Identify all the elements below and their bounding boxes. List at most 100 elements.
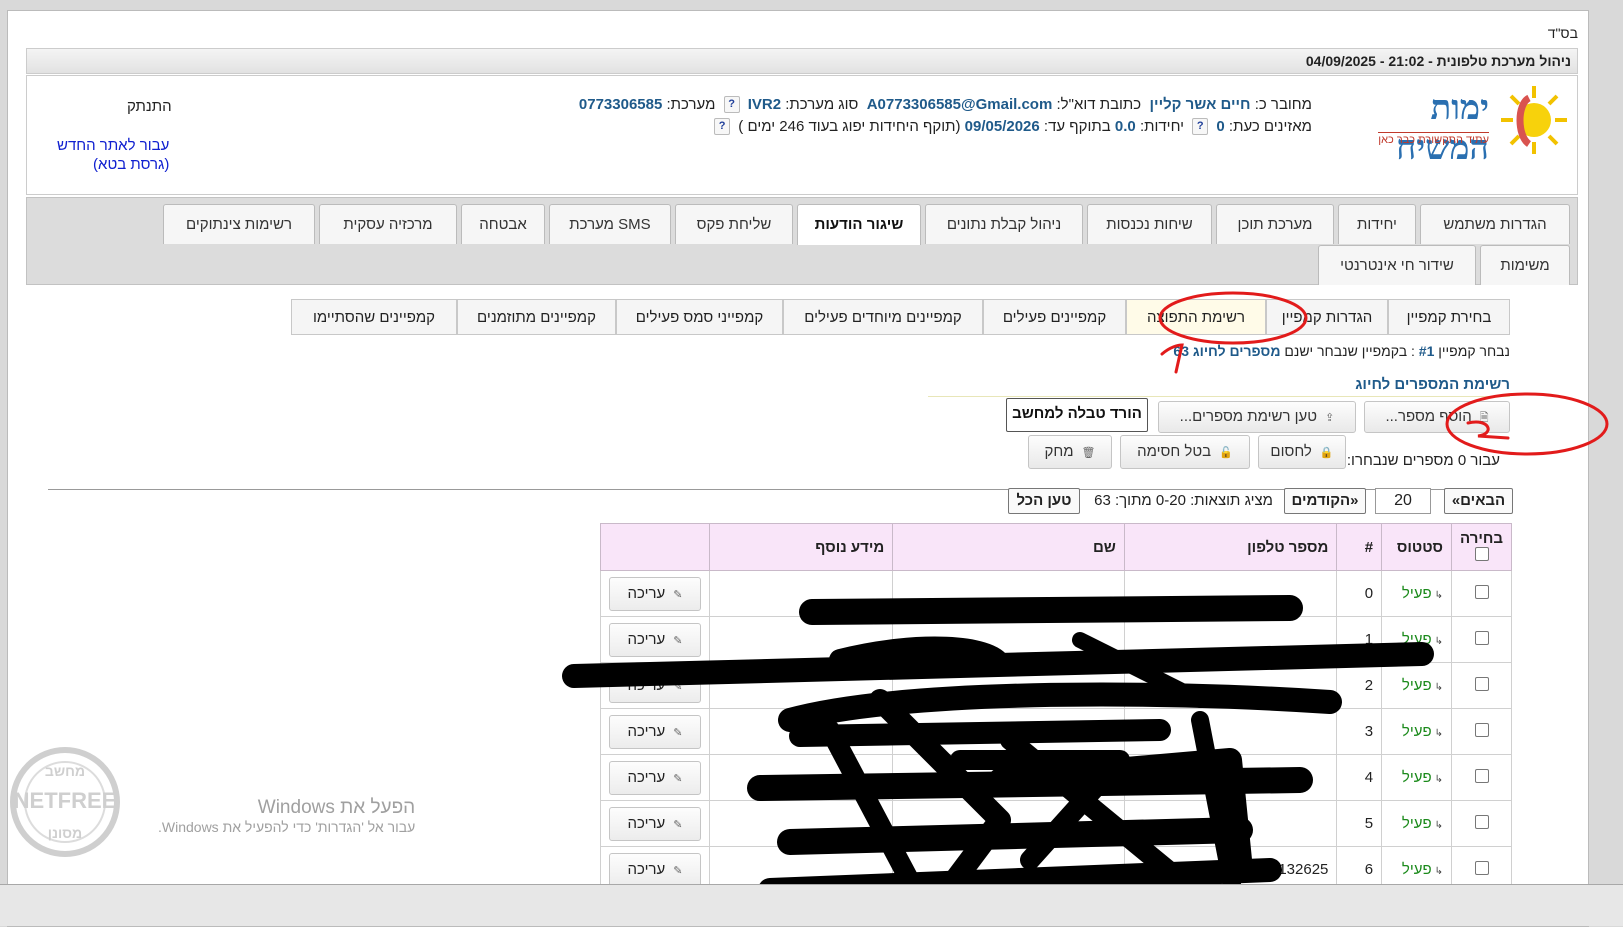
unlock-icon: 🔓 [1219, 447, 1233, 459]
subtab-sms-active-campaigns[interactable]: קמפייני סמס פעילים [616, 299, 783, 335]
tab-ping-lists[interactable]: רשימות צינתוקים [163, 204, 315, 244]
campaign-info: נבחר קמפיין #1 : בקמפיין שנבחר ישנם מספר… [1173, 343, 1510, 359]
sun-logo-icon [1501, 86, 1567, 154]
tab-incoming-calls[interactable]: שיחות נכנסות [1087, 204, 1212, 244]
row-actions: ✎ עריכה [600, 754, 710, 801]
pencil-icon: ✎ [673, 772, 683, 785]
edit-button[interactable]: ✎ עריכה [609, 806, 701, 841]
row-checkbox[interactable] [1474, 676, 1489, 691]
status-text: פעיל [1401, 631, 1432, 648]
subtab-special-active-campaigns[interactable]: קמפיינים מיוחדים פעילים [783, 299, 983, 335]
col-select: בחירה [1451, 523, 1512, 571]
connected-label: מחובר כ: [1254, 96, 1312, 113]
next-button[interactable]: «הבאים [1444, 488, 1513, 514]
edit-label: עריכה [627, 722, 666, 740]
help-icon[interactable]: ? [1192, 118, 1209, 135]
tab-security[interactable]: אבטחה [461, 204, 545, 244]
subtab-campaign-settings[interactable]: הגדרות קמפיין [1266, 299, 1388, 335]
row-checkbox[interactable] [1474, 860, 1489, 875]
load-list-button[interactable]: ⇪ טען רשימת מספרים... [1158, 401, 1356, 433]
tab-sms[interactable]: מערכת SMS [549, 204, 671, 244]
subtab-distribution-list[interactable]: רשימת התפוצה [1126, 299, 1266, 335]
subtab-scheduled-campaigns[interactable]: קמפיינים מתוזמנים [457, 299, 616, 335]
units-label: יחידות: [1139, 118, 1185, 135]
tab-units[interactable]: יחידות [1338, 204, 1416, 244]
row-checkbox[interactable] [1474, 630, 1489, 645]
status-text: פעיל [1401, 723, 1432, 740]
row-select-cell [1451, 754, 1512, 801]
block-button[interactable]: 🔒 לחסום [1258, 435, 1346, 469]
netfree-bottom: מסונן [48, 825, 82, 841]
row-phone [1123, 708, 1338, 755]
table-header-row: בחירה סטטוס # מספר טלפון שם מידע נוסף [600, 523, 1512, 571]
tab-live-broadcast[interactable]: שידור חי אינטרנטי [1318, 245, 1476, 285]
load-all-button[interactable]: טען הכל [1008, 488, 1080, 514]
unblock-label: בטל חסימה [1137, 443, 1212, 460]
row-select-cell [1451, 800, 1512, 847]
edit-button[interactable]: ✎ עריכה [609, 576, 701, 611]
logo: ימות המשיח עתיד התקשורת כבר כאן [1329, 80, 1569, 168]
tab-business-pbx[interactable]: מרכזיה עסקית [319, 204, 457, 244]
edit-button[interactable]: ✎ עריכה [609, 622, 701, 657]
select-all-checkbox[interactable] [1474, 546, 1489, 561]
status-text: פעיל [1401, 585, 1432, 602]
prev-button[interactable]: הקודמים» [1284, 488, 1366, 514]
row-status: ↳פעיל [1381, 800, 1453, 847]
status-text: פעיל [1401, 815, 1432, 832]
subtab-active-campaigns[interactable]: קמפיינים פעילים [983, 299, 1126, 335]
row-index: 4 [1336, 754, 1383, 801]
subtab-choose-campaign[interactable]: בחירת קמפיין [1388, 299, 1510, 335]
listeners-value: 0 [1216, 118, 1225, 135]
add-icon: 🗎 [1479, 412, 1489, 424]
header: ימות המשיח עתיד התקשורת כבר כאן מחובר כ:… [26, 75, 1578, 195]
tab-fax[interactable]: שליחת פקס [675, 204, 793, 244]
row-status: ↳פעיל [1381, 570, 1453, 617]
tab-content-system[interactable]: מערכת תוכן [1216, 204, 1334, 244]
help-icon[interactable]: ? [723, 96, 740, 113]
tab-data-reception[interactable]: ניהול קבלת נתונים [925, 204, 1083, 244]
edit-label: עריכה [627, 584, 666, 602]
new-site-link[interactable]: עבור לאתר החדש (גרסת בטא) [57, 136, 169, 174]
row-select-cell [1451, 570, 1512, 617]
netfree-top: מחשב [45, 763, 85, 779]
tab-user-settings[interactable]: הגדרות משתמש [1420, 204, 1570, 244]
page-size-input[interactable]: 20 [1375, 488, 1431, 514]
status-icon: ↳ [1434, 682, 1444, 693]
bottom-bar [0, 884, 1623, 926]
netfree-stamp-icon: NETFREE מחשב מסונן [10, 747, 120, 857]
edit-button[interactable]: ✎ עריכה [609, 760, 701, 795]
listeners-label: מאזינים כעת: [1228, 118, 1312, 135]
table-row: ↳פעיל 0 ✎עריכה [600, 570, 1512, 617]
edit-button[interactable]: ✎ עריכה [609, 714, 701, 749]
row-phone [1123, 616, 1338, 663]
windows-activation-watermark: הפעל את Windows עבור אל 'הגדרות' כדי להפ… [158, 797, 415, 835]
netfree-text: NETFREE [14, 788, 117, 813]
download-table-button[interactable]: הורד טבלה למחשב [1006, 398, 1148, 432]
row-checkbox[interactable] [1474, 722, 1489, 737]
row-extra [708, 754, 894, 801]
subtab-finished-campaigns[interactable]: קמפיינים שהסתיימו [291, 299, 457, 335]
lock-icon: 🔒 [1319, 447, 1334, 459]
status-icon: ↳ [1434, 820, 1444, 831]
row-checkbox[interactable] [1474, 584, 1489, 599]
help-icon[interactable]: ? [714, 118, 731, 135]
status-text: פעיל [1401, 769, 1432, 786]
col-index: # [1336, 523, 1383, 571]
edit-button[interactable]: ✎ עריכה [609, 852, 701, 887]
expiry-note: (תוקף היחידות יפוג בעוד 246 ימים ) [738, 118, 961, 135]
row-checkbox[interactable] [1474, 768, 1489, 783]
unblock-button[interactable]: 🔓 בטל חסימה [1120, 435, 1250, 469]
row-checkbox[interactable] [1474, 814, 1489, 829]
logout-link[interactable]: התנתק [127, 98, 172, 115]
tab-message-sending[interactable]: שיגור הודעות [797, 204, 921, 245]
add-number-button[interactable]: 🗎 הוסף מספר... [1364, 401, 1510, 433]
row-actions: ✎ עריכה [600, 800, 710, 847]
col-name: שם [892, 523, 1125, 571]
main-nav: הגדרות משתמש יחידות מערכת תוכן שיחות נכנ… [26, 197, 1578, 285]
edit-button[interactable]: ✎ עריכה [609, 668, 701, 703]
pencil-icon: ✎ [673, 726, 683, 739]
pencil-icon: ✎ [673, 588, 683, 601]
delete-button[interactable]: 🗑 מחק [1028, 435, 1112, 469]
row-extra [708, 662, 894, 709]
tab-tasks[interactable]: משימות [1480, 245, 1570, 285]
